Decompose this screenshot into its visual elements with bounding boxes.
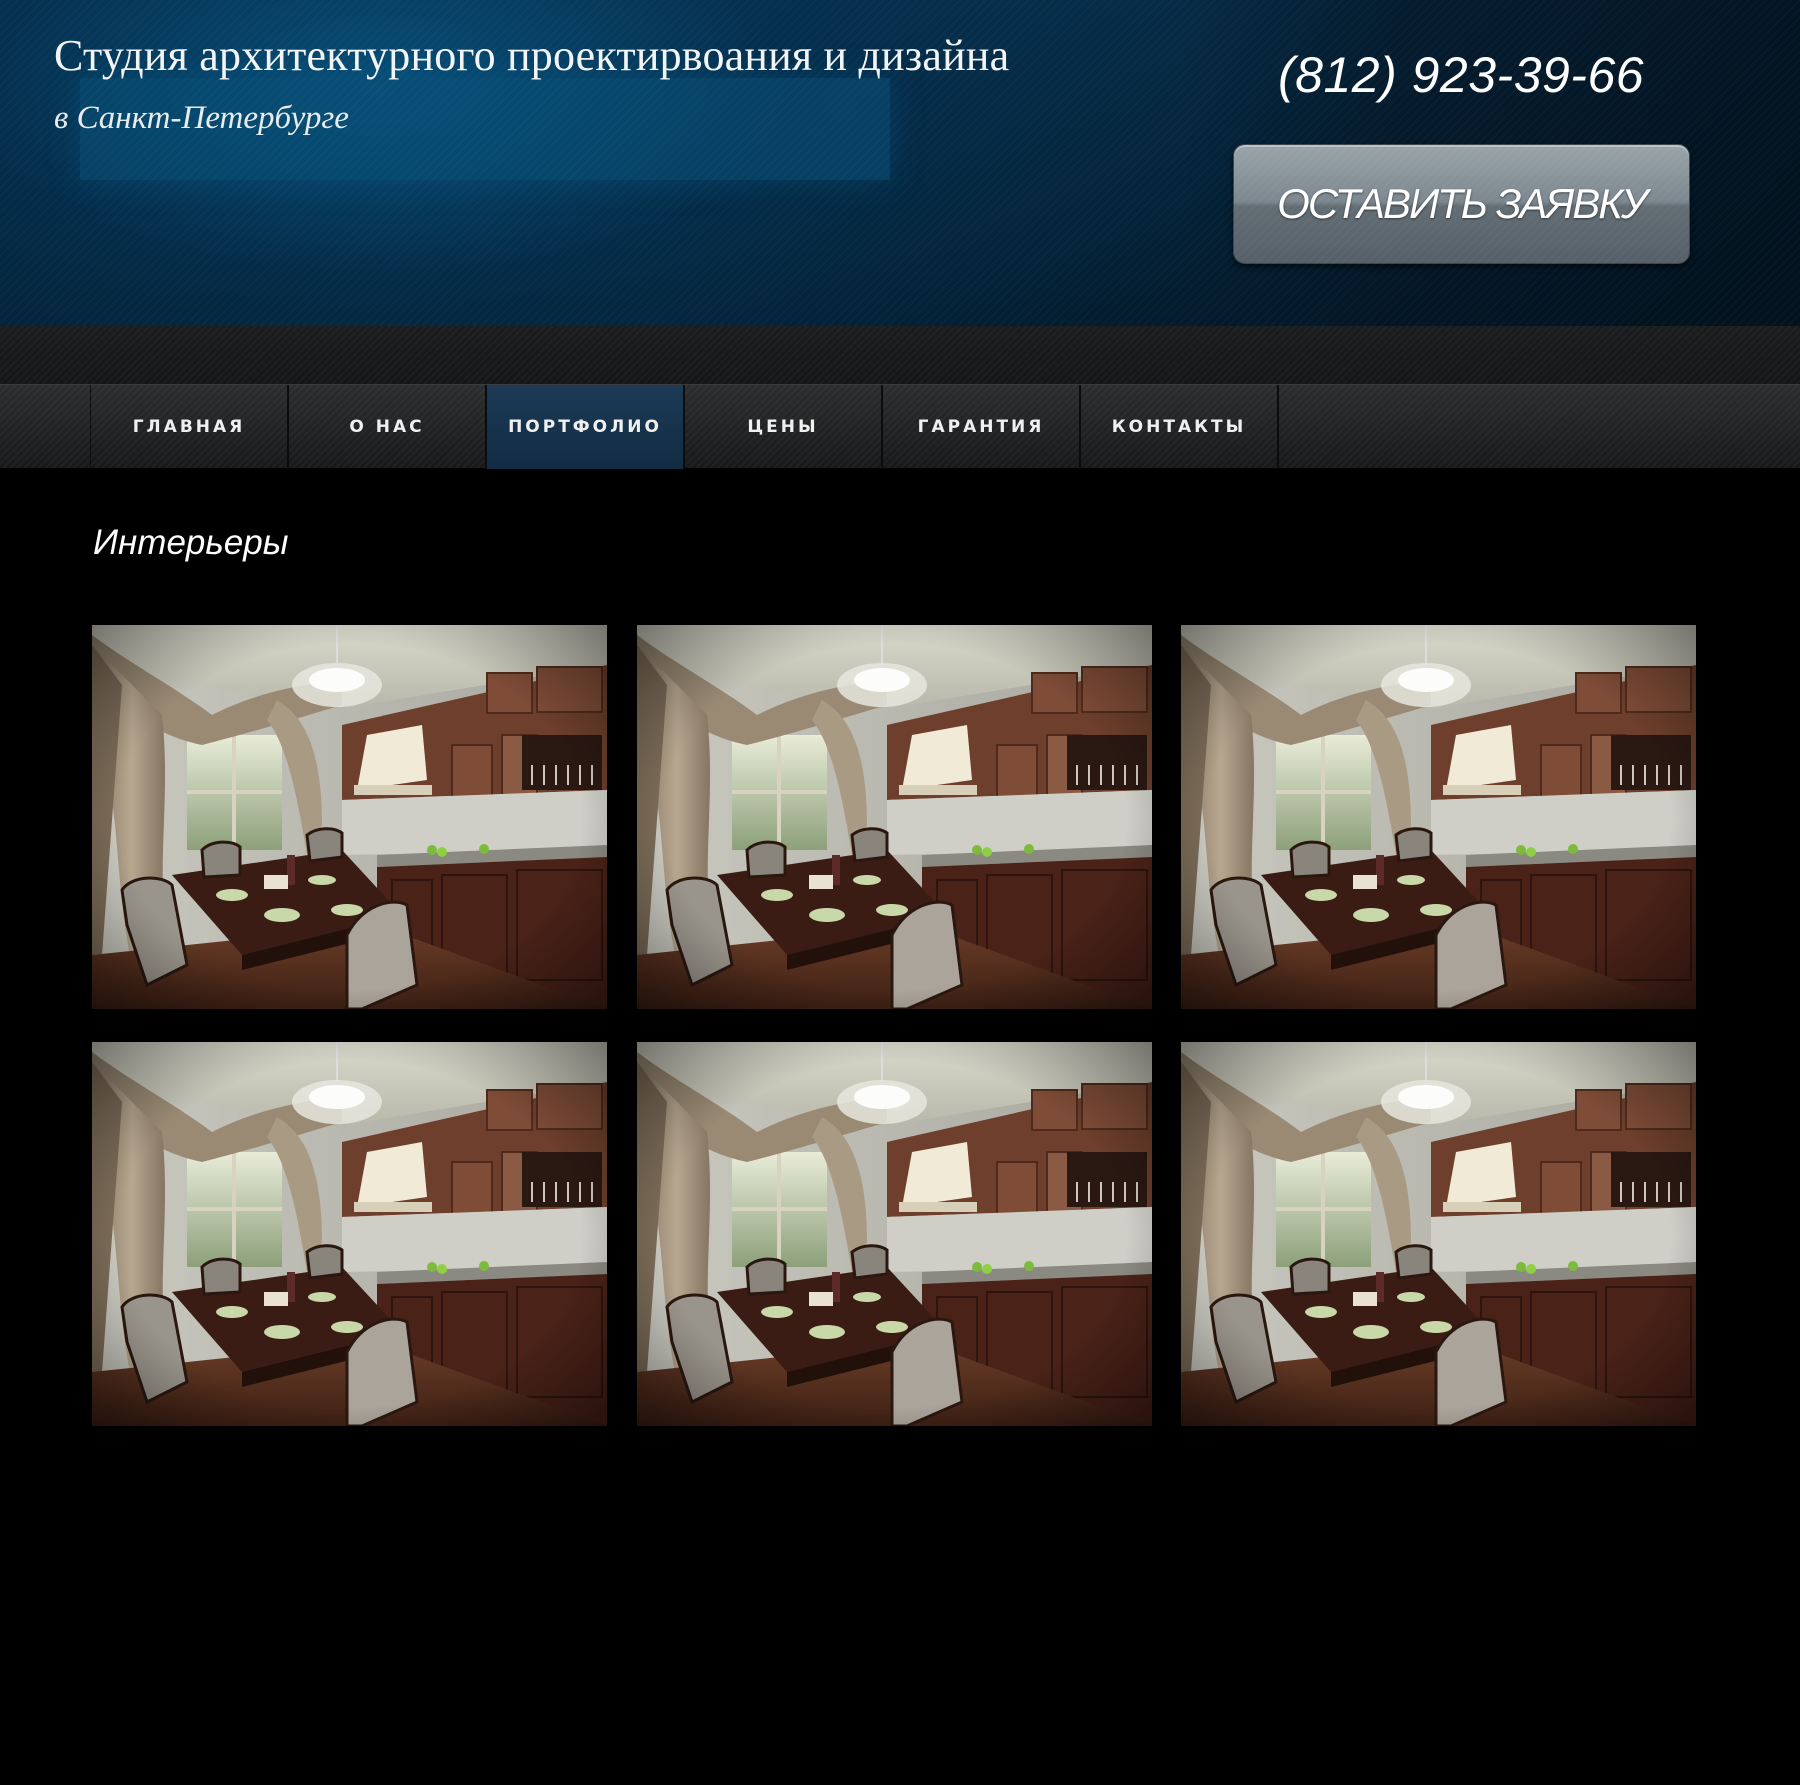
request-button-label: ОСТАВИТЬ ЗАЯВКУ <box>1277 180 1648 227</box>
nav-item-label: ЦЕНЫ <box>747 417 819 437</box>
gallery-thumbnail[interactable] <box>637 625 1152 1009</box>
kitchen-interior-image <box>92 1042 607 1426</box>
nav-item-label: ПОРТФОЛИО <box>508 417 662 437</box>
nav-item-prices[interactable]: ЦЕНЫ <box>685 385 883 469</box>
nav-item-label: ГЛАВНАЯ <box>132 417 246 437</box>
nav-item-label: О НАС <box>349 417 425 437</box>
page: Студия архитектурного проектирвоания и д… <box>0 0 1800 1785</box>
gallery-thumbnail[interactable] <box>637 1042 1152 1426</box>
site-header: Студия архитектурного проектирвоания и д… <box>0 0 1800 326</box>
kitchen-interior-image <box>637 1042 1152 1426</box>
kitchen-interior-image <box>92 625 607 1009</box>
nav-item-label: КОНТАКТЫ <box>1111 417 1247 437</box>
phone-number[interactable]: (812) 923-39-66 <box>1278 46 1644 104</box>
nav-item-home[interactable]: ГЛАВНАЯ <box>91 385 289 469</box>
gallery-thumbnail[interactable] <box>92 625 607 1009</box>
gallery-thumbnail[interactable] <box>1181 625 1696 1009</box>
header-band <box>0 326 1800 384</box>
gallery-thumbnail[interactable] <box>1181 1042 1696 1426</box>
main-nav: ГЛАВНАЯ О НАС ПОРТФОЛИО ЦЕНЫ ГАРАНТИЯ КО… <box>0 384 1800 469</box>
nav-item-guarantee[interactable]: ГАРАНТИЯ <box>883 385 1081 469</box>
kitchen-interior-image <box>1181 625 1696 1009</box>
section-title: Интерьеры <box>93 523 289 562</box>
kitchen-interior-image <box>637 625 1152 1009</box>
site-title: Студия архитектурного проектирвоания и д… <box>54 31 1010 80</box>
kitchen-interior-image <box>1181 1042 1696 1426</box>
nav-item-contacts[interactable]: КОНТАКТЫ <box>1081 385 1279 469</box>
request-button[interactable]: ОСТАВИТЬ ЗАЯВКУ <box>1233 144 1690 264</box>
nav-item-portfolio[interactable]: ПОРТФОЛИО <box>487 385 685 469</box>
nav-item-label: ГАРАНТИЯ <box>917 417 1045 437</box>
gallery-thumbnail[interactable] <box>92 1042 607 1426</box>
site-subtitle: в Санкт-Петербурге <box>54 100 349 136</box>
nav-item-about[interactable]: О НАС <box>289 385 487 469</box>
